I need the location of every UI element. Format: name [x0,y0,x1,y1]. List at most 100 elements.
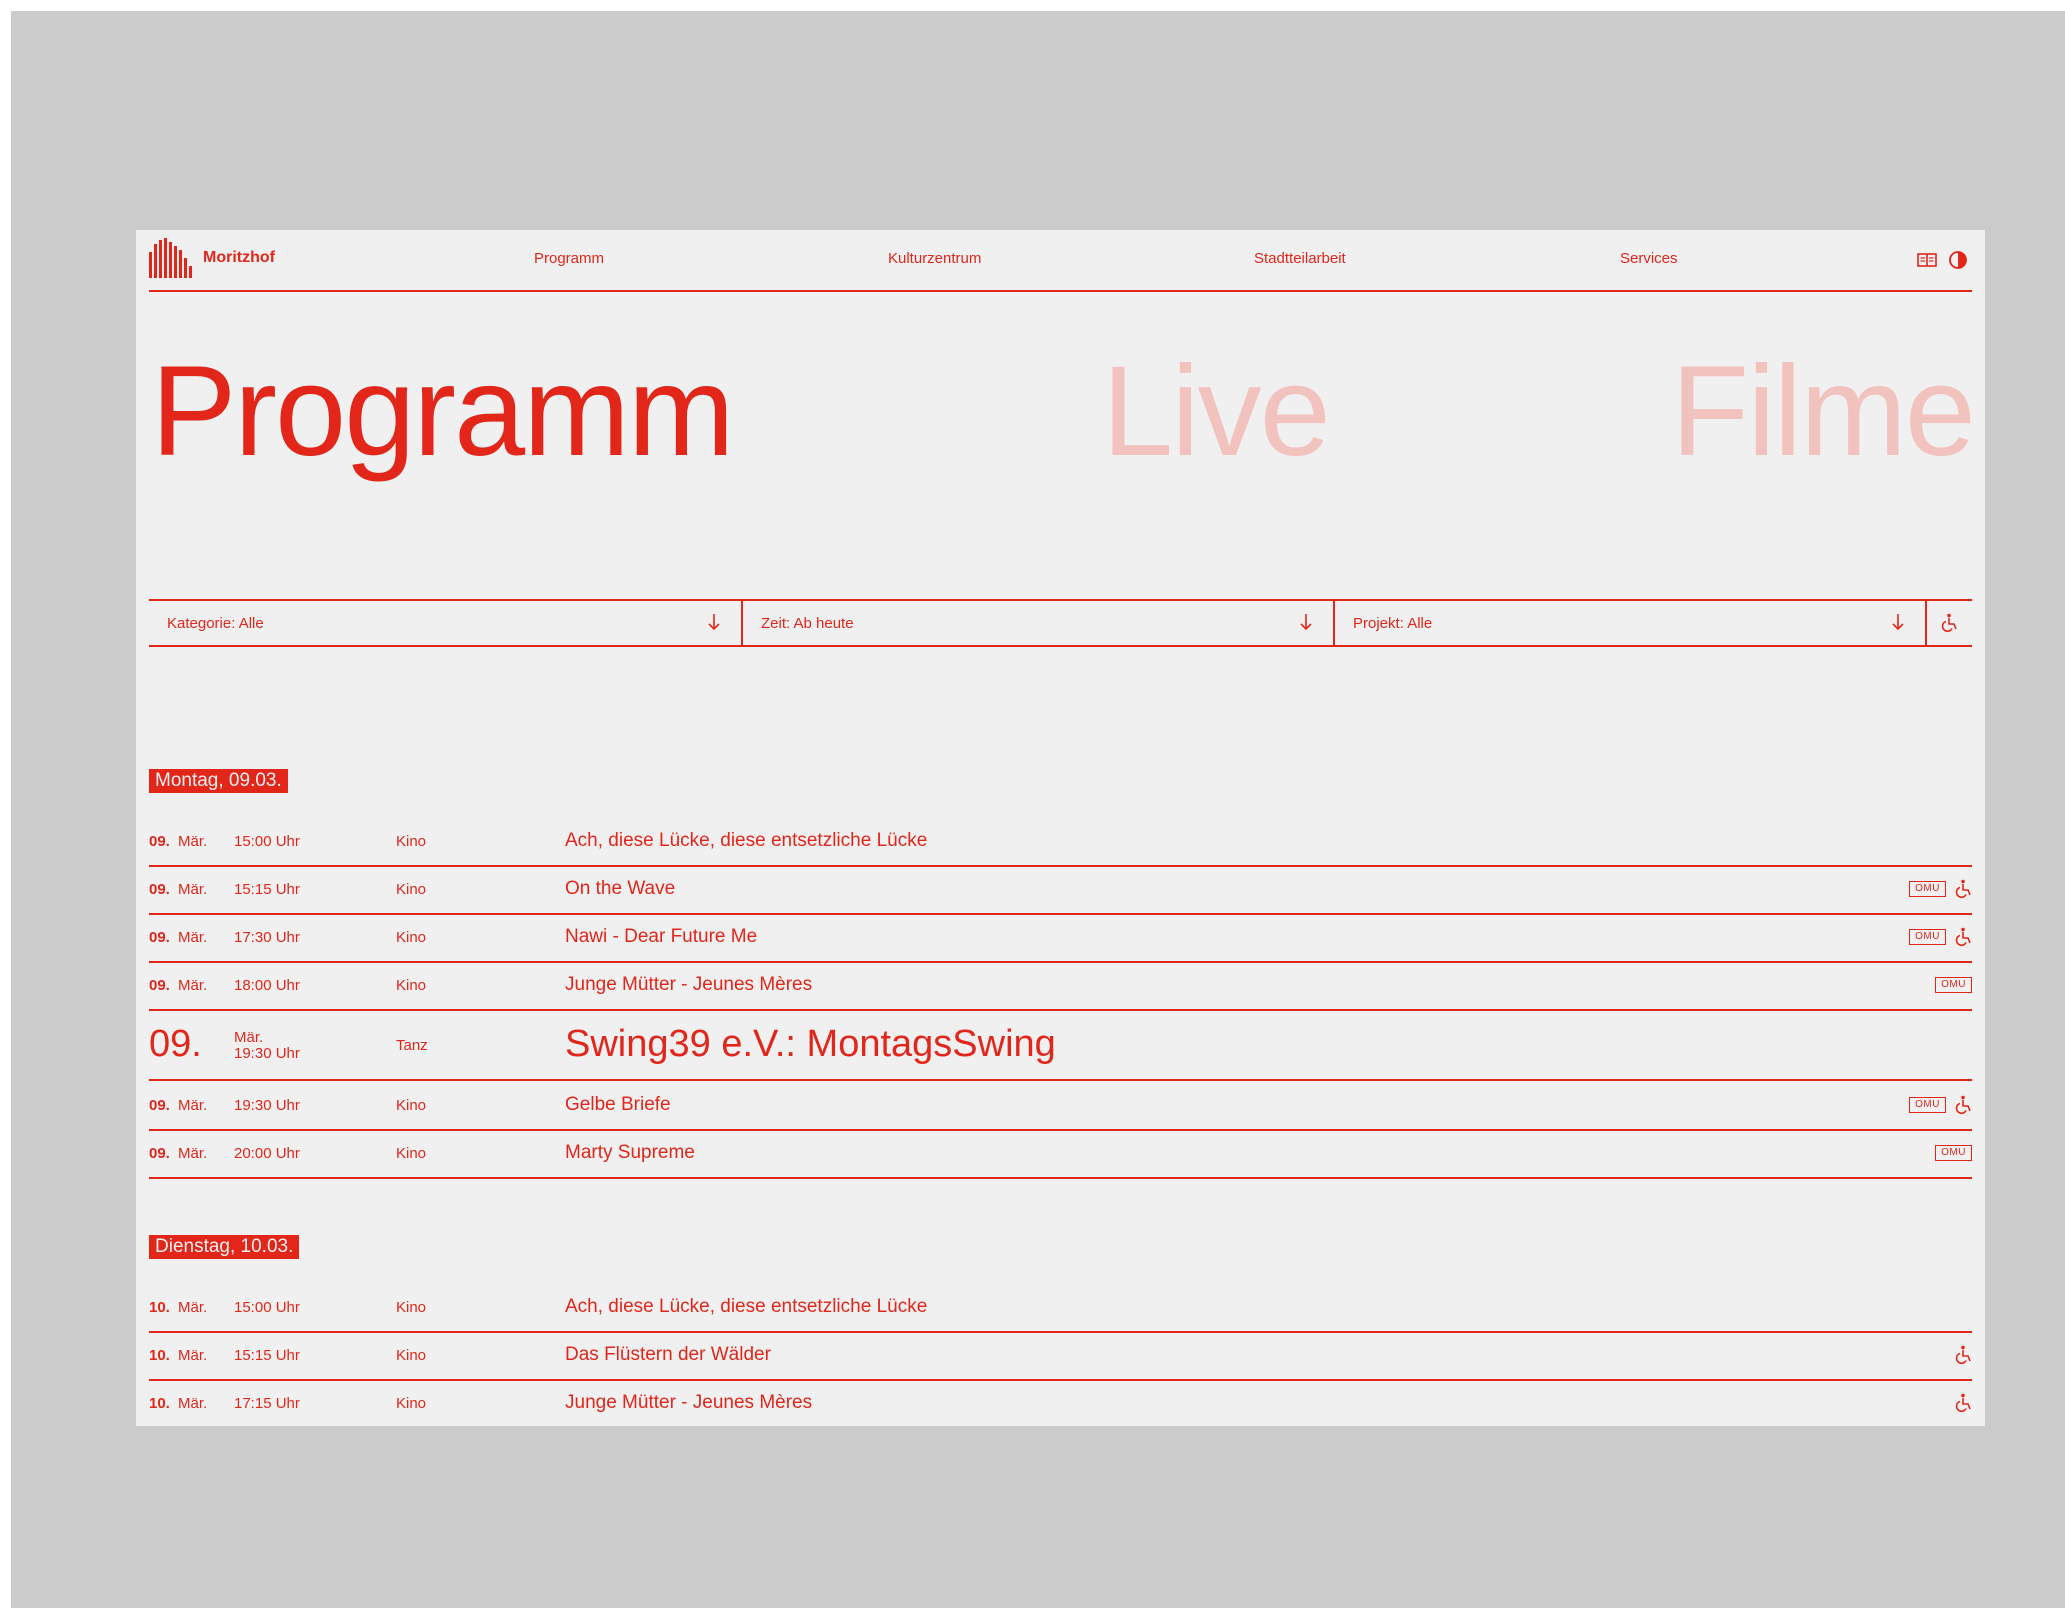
event-day: 09. [149,1097,170,1114]
event-row[interactable]: 09. Mär. 17:30 Uhr Kino Nawi - Dear Future M… [149,913,1972,963]
event-time: 15:00 Uhr [234,1299,300,1316]
event-month: Mär. [178,881,208,898]
event-time: 19:30 Uhr [234,1097,300,1114]
event-badges: OMU [1909,1095,1972,1115]
logo-text: Moritzhof [203,249,275,266]
event-badges: OMU [1909,927,1972,947]
event-day: 10. [149,1347,170,1364]
kategorie-select[interactable]: Kategorie: Alle [149,601,741,645]
omu-badge: OMU [1909,881,1946,897]
event-row[interactable]: 10. Mär. 15:00 Uhr Kino Ach, diese Lücke, di… [149,1283,1972,1333]
event-day: 09. [149,977,170,994]
event-badges: OMU [1909,879,1972,899]
event-row[interactable]: 09. Mär. 15:15 Uhr Kino On the Wave OMU [149,865,1972,915]
omu-badge: OMU [1935,1145,1972,1161]
event-row[interactable]: 10. Mär. 15:15 Uhr Kino Das Flüstern der Wäl… [149,1331,1972,1381]
event-day: 09. [149,929,170,946]
event-row[interactable]: 09. Mär. 18:00 Uhr Kino Junge Mütter - Jeune… [149,961,1972,1011]
event-title[interactable]: On the Wave [565,878,675,900]
event-category: Kino [396,1395,427,1412]
event-badges: OMU [1935,975,1972,995]
featured-event-row[interactable]: 09. Mär. 19:30 Uhr Tanz Swing39 e.V.: Montag… [149,1009,1972,1081]
projekt-select[interactable]: Projekt: Alle [1333,601,1925,645]
event-row[interactable]: 09. Mär. 15:00 Uhr Kino Ach, diese Lücke, di… [149,817,1972,867]
event-day: 09. [149,881,170,898]
event-category: Kino [396,1299,427,1316]
day-heading: Dienstag, 10.03. [149,1235,300,1259]
nav-programm[interactable]: Programm [534,250,604,267]
filter-bar: Kategorie: Alle Zeit: Ab heute Projekt: … [149,599,1972,647]
wheelchair-icon [1954,879,1972,899]
event-badges [1954,1345,1972,1365]
event-day: 09. [149,833,170,850]
omu-badge: OMU [1935,977,1972,993]
event-time: 19:30 Uhr [234,1045,300,1062]
event-row[interactable]: 09. Mär. 20:00 Uhr Kino Marty Supreme OMU [149,1129,1972,1179]
event-time: 20:00 Uhr [234,1145,300,1162]
event-category: Kino [396,929,427,946]
omu-badge: OMU [1909,929,1946,945]
event-month: Mär. [178,929,208,946]
wheelchair-icon [1954,927,1972,947]
wheelchair-icon [1954,1095,1972,1115]
event-category: Kino [396,1145,427,1162]
event-title[interactable]: Ach, diese Lücke, diese entsetzliche Lüc… [565,1296,927,1318]
event-title[interactable]: Marty Supreme [565,1142,695,1164]
event-month: Mär. [178,1299,208,1316]
backdrop: Moritzhof Programm Kulturzentrum Stadtte… [11,11,2065,1608]
website-page: Moritzhof Programm Kulturzentrum Stadtte… [136,230,1985,1426]
event-badges: OMU [1935,1143,1972,1163]
zeit-label: Zeit: Ab heute [761,615,854,632]
event-month: Mär. [178,1145,208,1162]
event-month: Mär. [178,1097,208,1114]
event-month: Mär. [178,1395,208,1412]
event-category: Kino [396,881,427,898]
kategorie-label: Kategorie: Alle [167,615,264,632]
event-title[interactable]: Junge Mütter - Jeunes Mères [565,974,812,996]
event-day: 10. [149,1395,170,1412]
nav-stadtteilarbeit[interactable]: Stadtteilarbeit [1254,250,1346,267]
event-title[interactable]: Das Flüstern der Wälder [565,1344,771,1366]
nav-kulturzentrum[interactable]: Kulturzentrum [888,250,981,267]
event-time: 15:15 Uhr [234,881,300,898]
event-category: Kino [396,1347,427,1364]
event-category: Kino [396,977,427,994]
wheelchair-icon [1954,1345,1972,1365]
event-time: 18:00 Uhr [234,977,300,994]
logo[interactable]: Moritzhof [149,238,275,278]
event-title[interactable]: Gelbe Briefe [565,1094,671,1116]
event-day: 09. [149,1145,170,1162]
event-time: 17:15 Uhr [234,1395,300,1412]
tab-programm[interactable]: Programm [151,348,734,476]
wheelchair-icon [1954,1393,1972,1413]
event-badges [1954,1393,1972,1413]
event-title[interactable]: Nawi - Dear Future Me [565,926,757,948]
projekt-label: Projekt: Alle [1353,615,1433,632]
book-icon[interactable] [1917,250,1937,270]
event-category: Kino [396,1097,427,1114]
omu-badge: OMU [1909,1097,1946,1113]
zeit-select[interactable]: Zeit: Ab heute [741,601,1333,645]
arrow-down-icon [1300,614,1312,631]
event-row[interactable]: 09. Mär. 19:30 Uhr Kino Gelbe Briefe OMU [149,1081,1972,1131]
arrow-down-icon [1892,614,1904,631]
event-title[interactable]: Ach, diese Lücke, diese entsetzliche Lüc… [565,830,927,852]
event-day: 10. [149,1299,170,1316]
event-title[interactable]: Junge Mütter - Jeunes Mères [565,1392,812,1414]
event-title[interactable]: Swing39 e.V.: MontagsSwing [565,1023,1056,1066]
event-month: Mär. [178,833,208,850]
event-row[interactable]: 10. Mär. 17:15 Uhr Kino Junge Mütter - Jeune… [149,1379,1972,1426]
moritzhof-logo-icon [149,238,192,278]
tab-filme[interactable]: Filme [1671,348,1976,476]
arrow-down-icon [708,614,720,631]
nav-services[interactable]: Services [1620,250,1678,267]
accessibility-filter-button[interactable] [1925,601,1972,645]
event-day: 09. [149,1023,202,1065]
event-time: 15:00 Uhr [234,833,300,850]
event-time: 15:15 Uhr [234,1347,300,1364]
event-month: Mär. [178,977,208,994]
tab-live[interactable]: Live [1102,348,1331,476]
day-heading: Montag, 09.03. [149,769,288,793]
wheelchair-icon [1941,613,1957,633]
contrast-icon[interactable] [1948,250,1968,270]
